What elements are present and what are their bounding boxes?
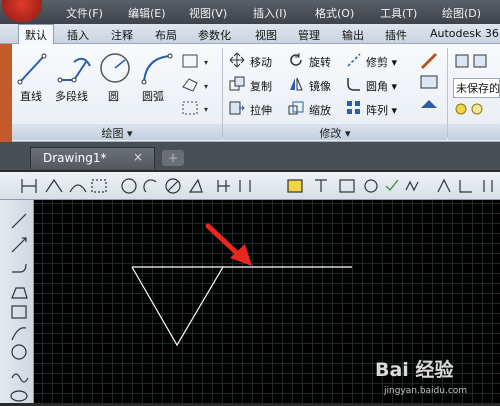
menu-format[interactable]: 格式(O) (315, 5, 354, 21)
fillet-label[interactable]: 圆角 ▾ (366, 78, 397, 94)
circle-tool-icon[interactable] (99, 50, 131, 86)
menu-tools[interactable]: 工具(T) (380, 5, 417, 21)
menu-bar: 文件(F) 编辑(E) 视图(V) 插入(I) 格式(O) 工具(T) 绘图(D… (0, 0, 500, 24)
line-tool-icon[interactable] (16, 52, 48, 86)
copy-icon[interactable] (229, 76, 245, 92)
document-tab-title: Drawing1* (43, 151, 107, 165)
scale-icon[interactable] (288, 100, 304, 116)
arc-tool-icon[interactable] (140, 52, 174, 86)
line-tool-label: 直线 (20, 90, 42, 103)
svg-text:▾: ▾ (204, 82, 208, 91)
app-menu-icon[interactable] (2, 0, 42, 22)
left-edge-band (0, 44, 12, 142)
scale-label[interactable]: 缩放 (309, 102, 331, 118)
layer-state-dropdown[interactable]: 未保存的 (453, 78, 500, 98)
menu-insert[interactable]: 插入(I) (253, 5, 287, 21)
triangle-shape (131, 266, 225, 347)
tab-layout[interactable]: 布局 (155, 27, 177, 43)
mirror-icon[interactable] (288, 76, 304, 92)
tab-parametric[interactable]: 参数化 (198, 27, 231, 43)
tab-insert[interactable]: 插入 (67, 27, 89, 43)
baidu-watermark-url: jingyan.baidu.com (384, 386, 468, 396)
draw-toolbar-icons[interactable] (0, 200, 34, 403)
draw-extra-tools[interactable]: ▾ ▾ ▾ (180, 52, 216, 120)
menu-edit[interactable]: 编辑(E) (128, 5, 166, 21)
layer-tools-icon[interactable] (454, 52, 498, 70)
array-icon[interactable] (346, 100, 362, 116)
svg-text:▾: ▾ (204, 105, 208, 114)
array-label[interactable]: 阵列 ▾ (366, 102, 397, 118)
tab-annotate[interactable]: 注释 (111, 27, 133, 43)
move-label[interactable]: 移动 (250, 54, 272, 70)
tab-manage[interactable]: 管理 (298, 27, 320, 43)
dimension-toolbar (0, 172, 500, 200)
ribbon-tab-bar: 默认 插入 注释 布局 参数化 视图 管理 输出 插件 Autodesk 36 (0, 24, 500, 44)
draw-panel-title[interactable]: 绘图 ▾ (12, 124, 222, 140)
tab-plugins[interactable]: 插件 (385, 27, 407, 43)
rotate-label[interactable]: 旋转 (309, 54, 331, 70)
trim-label[interactable]: 修剪 ▾ (366, 54, 397, 70)
circle-tool-label: 圆 (108, 90, 119, 103)
layer-state-icons[interactable] (455, 101, 499, 117)
layer-panel-title[interactable] (448, 124, 500, 140)
svg-text:▾: ▾ (204, 58, 208, 67)
rotate-icon[interactable] (288, 52, 304, 68)
stretch-icon[interactable] (229, 100, 245, 116)
menu-file[interactable]: 文件(F) (66, 5, 103, 21)
baidu-watermark: Bai 经验 (375, 359, 454, 381)
polyline-tool-icon[interactable] (56, 52, 94, 86)
arc-tool-label: 圆弧 (142, 90, 164, 103)
dimension-tool-icons[interactable] (0, 172, 500, 200)
modify-extra-tools[interactable] (418, 50, 442, 122)
tab-autodesk360[interactable]: Autodesk 36 (430, 27, 499, 40)
red-arrow-annotation (205, 223, 252, 266)
move-icon[interactable] (229, 52, 245, 68)
stretch-label[interactable]: 拉伸 (250, 102, 272, 118)
modify-panel-title[interactable]: 修改 ▾ (223, 124, 447, 140)
trim-icon[interactable] (346, 52, 362, 68)
new-tab-button[interactable]: ＋ (162, 150, 184, 166)
menu-draw[interactable]: 绘图(D) (442, 5, 481, 21)
tab-output[interactable]: 输出 (342, 27, 364, 43)
copy-label[interactable]: 复制 (250, 78, 272, 94)
close-icon[interactable]: × (133, 150, 143, 164)
fillet-icon[interactable] (346, 76, 362, 92)
menu-view[interactable]: 视图(V) (189, 5, 227, 21)
mirror-label[interactable]: 镜像 (309, 78, 331, 94)
tab-default[interactable]: 默认 (18, 24, 54, 44)
polyline-tool-label: 多段线 (55, 90, 88, 103)
draw-toolbar (0, 200, 34, 403)
tab-view[interactable]: 视图 (255, 27, 277, 43)
